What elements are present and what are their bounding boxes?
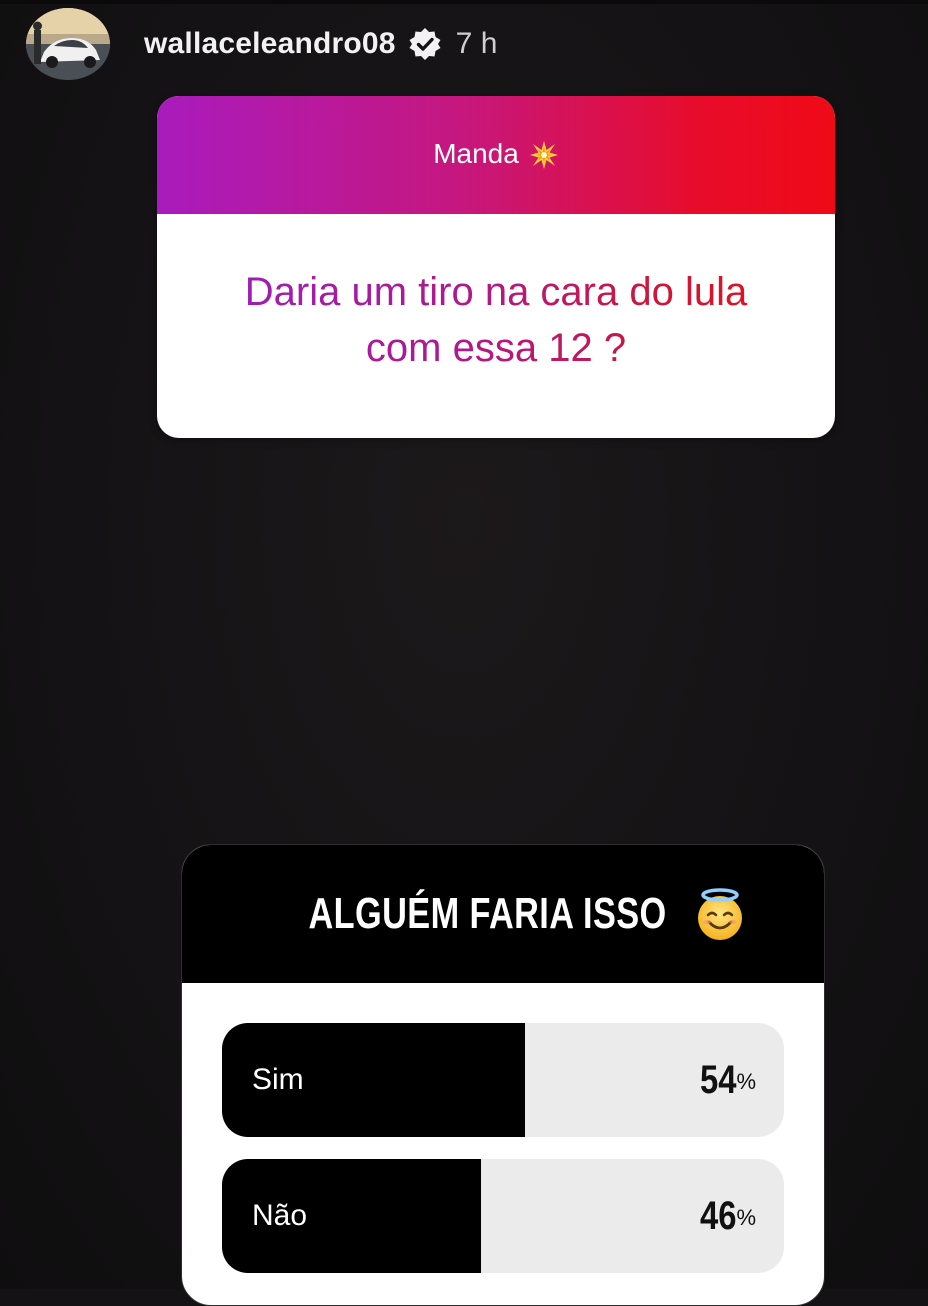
poll-header: ALGUÉM FARIA ISSO [182, 845, 824, 983]
poll-option-percent: 54 % [696, 1023, 756, 1137]
poll-option-nao[interactable]: Não 46 % [222, 1159, 784, 1273]
poll-option-percent: 46 % [696, 1159, 756, 1273]
username[interactable]: wallaceleandro08 [144, 27, 396, 61]
question-sticker[interactable]: Manda Daria um tiro na cara do lula com … [157, 96, 835, 438]
story-background: wallaceleandro08 7 h Manda Daria um tiro… [0, 0, 928, 1306]
question-text: Daria um tiro na cara do lula com essa 1… [216, 264, 776, 376]
percent-sign: % [736, 1069, 756, 1094]
poll-sticker: ALGUÉM FARIA ISSO Sim 54 % Não 46 % [181, 844, 825, 1306]
poll-options: Sim 54 % Não 46 % [222, 1023, 784, 1295]
percent-sign: % [736, 1205, 756, 1230]
avatar-car-image [26, 8, 110, 80]
post-time: 7 h [455, 27, 498, 60]
percent-value: 54 [699, 1057, 737, 1102]
story-header: wallaceleandro08 7 h [26, 6, 497, 82]
poll-option-label: Sim [252, 1063, 304, 1096]
question-sticker-header: Manda [157, 96, 835, 214]
question-sticker-body: Daria um tiro na cara do lula com essa 1… [157, 214, 835, 438]
verified-badge-icon [409, 28, 441, 60]
smiling-face-with-halo-icon [697, 888, 742, 940]
poll-option-label: Não [252, 1199, 308, 1232]
avatar[interactable] [26, 8, 110, 80]
percent-value: 46 [699, 1193, 737, 1238]
question-prompt: Manda [433, 138, 519, 169]
poll-title: ALGUÉM FARIA ISSO [308, 889, 668, 938]
top-edge [0, 0, 928, 4]
poll-option-sim[interactable]: Sim 54 % [222, 1023, 784, 1137]
sparkle-collision-icon [529, 141, 558, 169]
